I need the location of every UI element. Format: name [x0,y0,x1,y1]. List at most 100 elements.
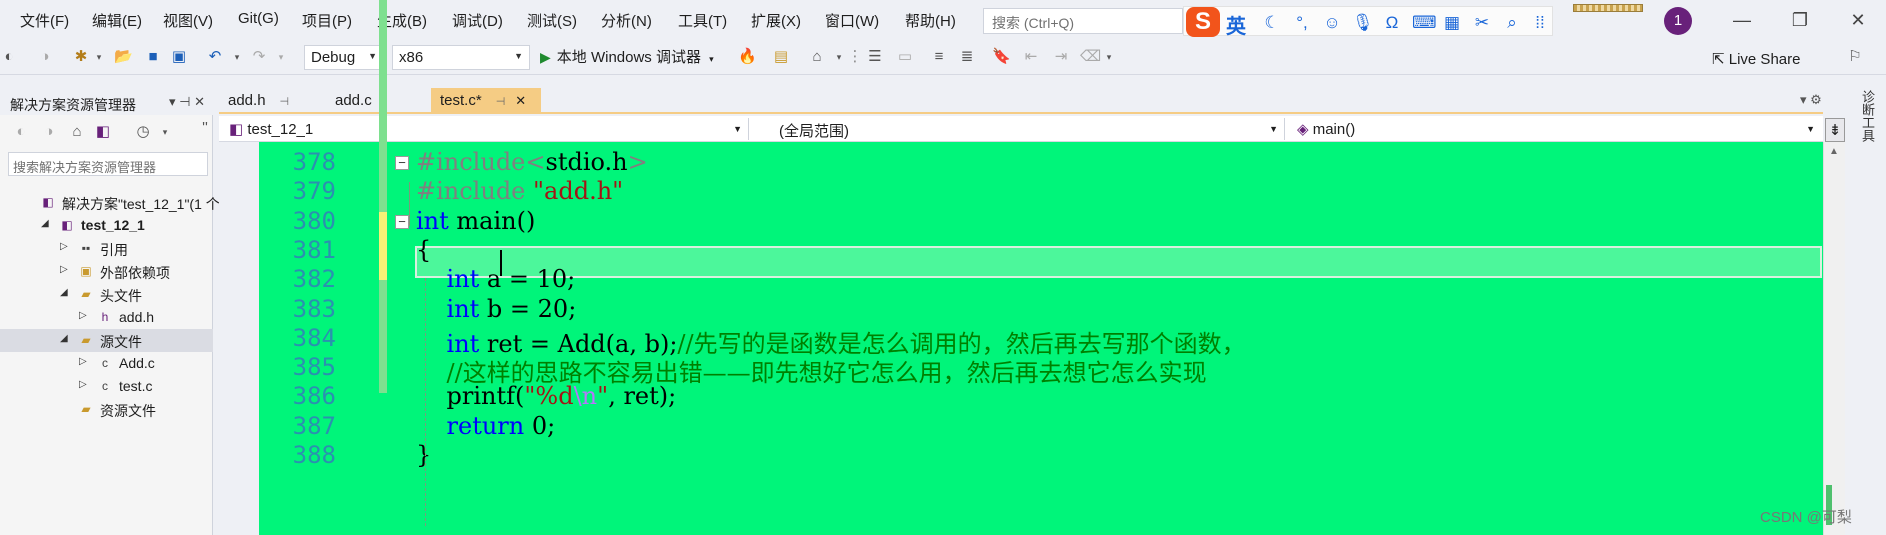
restore-icon[interactable]: ❐ [1788,8,1812,32]
configuration-select[interactable]: Debug ▼ [304,45,384,70]
tab-test-c[interactable]: test.c* ⊣ ✕ [431,88,541,114]
ime-language-toggle[interactable]: 英 [1226,10,1246,39]
menu-view[interactable]: 视图(V) [163,10,213,31]
menu-analyze[interactable]: 分析(N) [601,10,652,31]
tree-item[interactable]: ▷ c Add.c [0,352,213,375]
menu-project[interactable]: 项目(P) [302,10,352,31]
next-bookmark-icon[interactable]: ⇥ [1052,48,1070,66]
code-line[interactable]: int a = 10; [416,265,576,293]
code-line[interactable]: printf("%d\n", ret); [416,382,677,410]
minimize-icon[interactable]: — [1730,8,1754,32]
sogou-logo-icon[interactable]: S [1186,7,1220,37]
tree-item[interactable]: ◢ ▰ 源文件 [0,329,213,352]
menu-help[interactable]: 帮助(H) [905,10,956,31]
skin-icon[interactable]: ▦ [1442,13,1462,33]
menu-window[interactable]: 窗口(W) [825,10,879,31]
collapse-icon[interactable]: ◢ [60,287,68,298]
dropdown-icon[interactable]: ▾ [90,48,108,66]
close-icon[interactable]: ✕ [515,93,526,108]
tree-item[interactable]: ◧ 解决方案"test_12_1"(1 个 [0,191,219,214]
menu-tools[interactable]: 工具(T) [678,10,727,31]
expand-icon[interactable]: ▷ [79,379,87,390]
tree-item[interactable]: ◢ ◧ test_12_1 [0,214,213,237]
menu-file[interactable]: 文件(F) [20,10,69,31]
step-icon[interactable]: ⋮ [846,48,864,66]
scope-select[interactable]: (全局范围) ▼ [755,118,1285,140]
solution-search-input[interactable]: 搜索解决方案资源管理器 [8,152,208,176]
omega-icon[interactable]: Ω [1382,13,1402,33]
outdent-icon[interactable]: ≣ [958,48,976,66]
code-line[interactable]: { [416,236,431,264]
tab-add-c[interactable]: add.c [326,88,429,114]
expand-icon[interactable]: ▷ [79,310,87,321]
indent-icon[interactable]: ≡ [930,48,948,66]
save-all-icon[interactable]: ▣ [170,48,188,66]
menu-edit[interactable]: 编辑(E) [92,10,142,31]
expand-icon[interactable]: ▷ [60,264,68,275]
pin-icon[interactable]: ⊣ [280,96,290,108]
notification-badge[interactable]: 1 [1664,7,1692,35]
scroll-up-icon[interactable]: ▲ [1829,146,1839,157]
platform-select[interactable]: x86 ▼ [392,45,530,70]
new-project-icon[interactable]: ✱ [72,48,90,66]
start-debugging-button[interactable]: ▶ 本地 Windows 调试器 ▾ [540,46,714,70]
live-share-button[interactable]: ⇱ Live Share [1712,50,1800,68]
back-icon[interactable]: ◐ [0,48,18,66]
tree-item[interactable]: ▷ c test.c [0,375,213,398]
more-icon[interactable]: '' [196,119,214,137]
code-line[interactable]: #include<stdio.h> [416,148,648,176]
history-icon[interactable]: ◷ [134,123,152,141]
tree-item[interactable]: ▷ ▣ 外部依赖项 [0,260,213,283]
code-line[interactable]: } [416,441,431,469]
collapse-region-icon[interactable]: − [395,156,409,170]
project-select[interactable]: ◧ test_12_1 ▼ [223,118,749,140]
tree-item[interactable]: ▷ ▪▪ 引用 [0,237,213,260]
code-line[interactable]: #include "add.h" [416,177,623,205]
toolbar-overflow-icon[interactable]: ▾ [1100,48,1118,66]
redo-dropdown-icon[interactable]: ▾ [272,48,290,66]
code-line[interactable]: int main() [416,207,535,235]
menu-test[interactable]: 测试(S) [527,10,577,31]
scissors-icon[interactable]: ✂ [1472,13,1492,33]
member-select[interactable]: ◈ main() ▼ [1291,118,1821,140]
feedback-icon[interactable]: ⚐ [1846,48,1864,66]
browse-folder-icon[interactable]: ▤ [772,48,790,66]
diagnostic-tools-tab[interactable]: 诊断工具 [1859,90,1875,142]
split-editor-button[interactable]: ⇟ [1825,118,1845,142]
collapse-region-icon[interactable]: − [395,214,409,229]
clear-bookmarks-icon[interactable]: ⌫ [1080,48,1101,66]
panel-header-icons[interactable]: ▾ ⊣ ✕ [169,94,205,110]
microphone-icon[interactable]: 🎙 [1352,13,1374,33]
collapse-icon[interactable]: ◢ [60,333,68,344]
emoji-icon[interactable]: ☺ [1322,13,1342,33]
close-icon[interactable]: ✕ [1846,8,1870,32]
prev-bookmark-icon[interactable]: ⇤ [1022,48,1040,66]
tab-add-h[interactable]: add.h ⊣ [219,88,324,114]
code-line[interactable]: return 0; [416,412,556,440]
grid-menu-icon[interactable]: ⁞⁞ [1530,13,1550,33]
back-icon[interactable]: ◐ [12,123,30,141]
switch-views-icon[interactable]: ◧ [94,123,112,141]
expand-icon[interactable]: ▷ [79,356,87,367]
home-icon[interactable]: ⌂ [808,48,826,66]
menu-git[interactable]: Git(G) [238,10,279,27]
document-icon[interactable]: ▭ [896,48,914,66]
forward-icon[interactable]: ◑ [36,48,54,66]
magnifier-icon[interactable]: ⌕ [1502,13,1522,33]
tree-item[interactable]: ▷ h add.h [0,306,213,329]
pin-icon[interactable]: ⊣ [496,96,506,108]
forward-icon[interactable]: ◑ [40,123,58,141]
expand-icon[interactable]: ▷ [60,241,68,252]
code-line[interactable]: int b = 20; [416,295,577,323]
open-folder-icon[interactable]: 📂 [114,48,133,66]
undo-dropdown-icon[interactable]: ▾ [228,48,246,66]
save-icon[interactable]: ■ [144,48,162,66]
redo-icon[interactable]: ↷ [250,48,268,66]
keyboard-icon[interactable]: ⌨ [1412,13,1437,33]
home-icon[interactable]: ⌂ [68,123,86,141]
punctuation-icon[interactable]: °, [1292,13,1312,33]
dropdown-icon[interactable]: ▾ [156,123,174,141]
moon-icon[interactable]: ☾ [1262,13,1282,33]
menu-extensions[interactable]: 扩展(X) [751,10,801,31]
tree-item[interactable]: ▰ 资源文件 [0,398,213,421]
